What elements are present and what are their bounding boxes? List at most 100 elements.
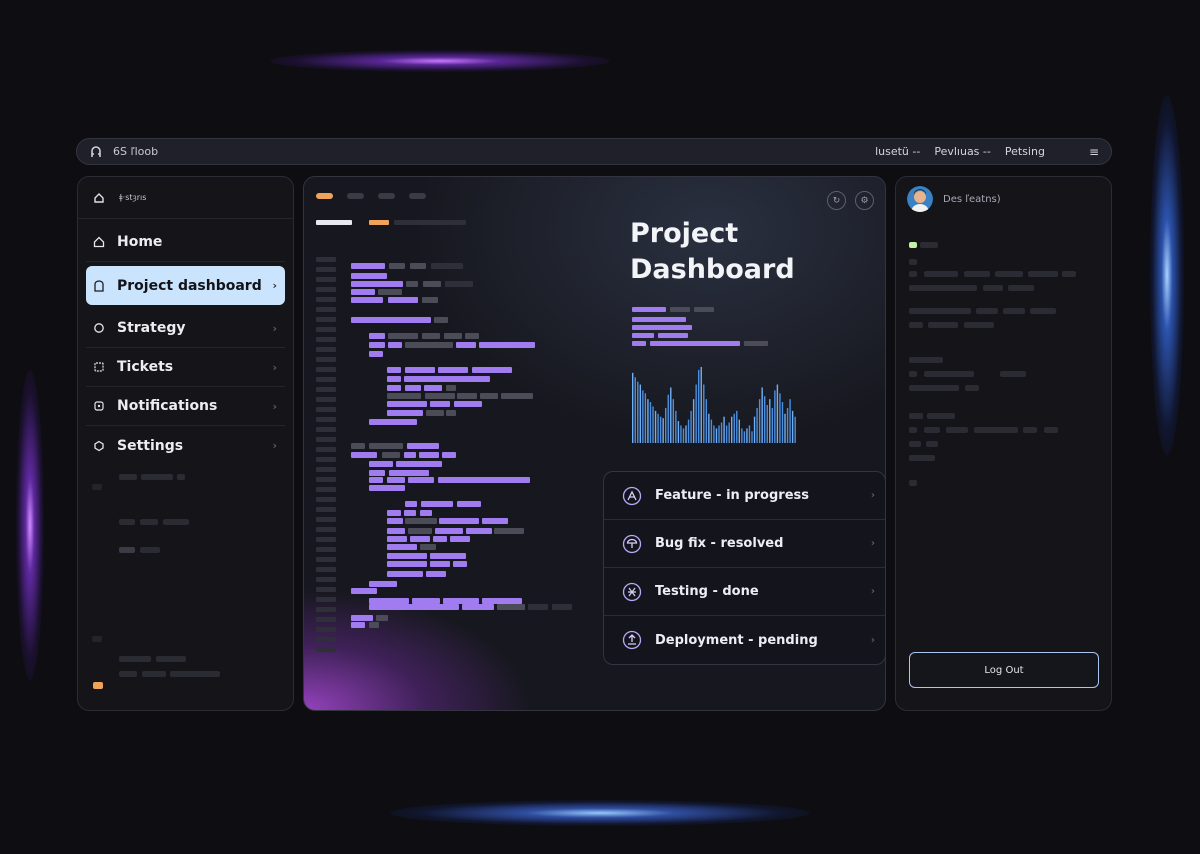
sidebar-item-label: Settings — [117, 437, 184, 454]
chart-bar — [654, 410, 657, 443]
topbar-link-3[interactable]: Petsing — [1005, 145, 1045, 158]
code-line — [351, 588, 377, 594]
sidebar-item-settings[interactable]: Settings › — [86, 426, 285, 465]
task-row-deployment[interactable]: Deployment - pending › — [604, 616, 885, 664]
sidebar-item-label: Tickets — [117, 359, 174, 375]
code-line — [369, 470, 385, 476]
task-row-bugfix[interactable]: Bug fix - resolved › — [604, 520, 885, 568]
chart-bar — [710, 419, 713, 443]
placeholder-bar — [177, 474, 185, 480]
chevron-right-icon: › — [272, 439, 277, 452]
chat-icon — [94, 323, 104, 333]
code-line — [316, 317, 336, 322]
hamburger-icon[interactable]: ≡ — [1089, 145, 1099, 159]
code-line — [316, 327, 336, 332]
editor-tab[interactable] — [347, 193, 364, 199]
code-line — [387, 518, 403, 524]
avatar[interactable] — [907, 186, 933, 212]
code-line — [387, 510, 401, 516]
task-status-card: Feature - in progress › Bug fix - resolv… — [603, 471, 885, 665]
sidebar-item-home[interactable]: Home — [86, 223, 285, 262]
code-line — [482, 518, 508, 524]
logout-button[interactable]: Log Out — [909, 652, 1099, 688]
code-line — [369, 342, 385, 348]
placeholder-bar — [965, 385, 979, 391]
window-titlebar: 6S ľloob lusetü -- Pevlıuas -- Petsing ≡ — [76, 138, 1112, 165]
code-line — [528, 604, 548, 610]
placeholder-bar — [119, 656, 151, 662]
code-line — [552, 604, 572, 610]
placeholder-bar — [156, 656, 186, 662]
sidebar-item-tickets[interactable]: Tickets › — [86, 348, 285, 387]
page-title: Project Dashboard — [630, 216, 830, 288]
sidebar-item-project-dashboard[interactable]: Project dashboard › — [86, 266, 285, 305]
code-line — [351, 263, 385, 269]
chart-bar — [746, 428, 748, 443]
code-line — [316, 220, 352, 225]
code-line — [632, 317, 686, 322]
code-line — [387, 553, 427, 559]
code-line — [351, 289, 375, 295]
code-line — [316, 377, 336, 382]
code-line — [462, 604, 494, 610]
topbar-link-1[interactable]: lusetü -- — [875, 145, 920, 158]
editor-tab[interactable] — [409, 193, 426, 199]
chart-bar — [766, 405, 768, 443]
gear-icon — [94, 440, 104, 451]
placeholder-bar — [1030, 308, 1056, 314]
placeholder-bar — [926, 441, 938, 447]
placeholder-bar — [119, 474, 137, 480]
task-row-testing[interactable]: Testing - done › — [604, 568, 885, 616]
code-line — [744, 341, 768, 346]
code-line — [316, 627, 336, 632]
chart-bar — [644, 393, 647, 443]
placeholder-bar — [1044, 427, 1058, 433]
code-line — [316, 587, 336, 592]
ticket-icon — [94, 362, 104, 372]
code-line — [439, 518, 479, 524]
settings-icon[interactable]: ⚙ — [855, 191, 874, 210]
topbar-link-2[interactable]: Pevlıuas -- — [934, 145, 991, 158]
placeholder-bar — [909, 308, 971, 314]
code-line — [369, 333, 385, 339]
code-line — [426, 571, 446, 577]
placeholder-bar — [909, 480, 917, 486]
code-line — [387, 528, 405, 534]
refresh-icon[interactable]: ↻ — [827, 191, 846, 210]
chart-bar — [652, 406, 654, 443]
chart-bar — [713, 425, 715, 443]
placeholder-bar — [920, 242, 938, 248]
code-line — [316, 607, 336, 612]
code-line — [632, 333, 654, 338]
code-line — [632, 325, 692, 330]
chart-bar — [756, 407, 758, 443]
code-line — [388, 333, 418, 339]
status-dot — [909, 242, 917, 248]
code-line — [387, 410, 423, 416]
code-line — [404, 452, 416, 458]
editor-tab[interactable] — [316, 193, 333, 199]
placeholder-bar — [119, 671, 137, 677]
sidebar-item-notifications[interactable]: Notifications › — [86, 387, 285, 426]
code-line — [650, 341, 740, 346]
code-line — [405, 342, 453, 348]
chart-bar — [791, 410, 794, 443]
placeholder-bar — [92, 636, 102, 642]
chart-bar — [692, 399, 695, 443]
task-label: Bug fix - resolved — [655, 536, 784, 551]
code-line — [405, 518, 437, 524]
ambient-glow-left — [16, 370, 44, 680]
code-line — [497, 604, 525, 610]
chart-bar — [779, 393, 781, 443]
editor-tab[interactable] — [378, 193, 395, 199]
chart-bar — [784, 413, 786, 443]
code-line — [396, 461, 442, 467]
code-line — [316, 447, 336, 452]
task-row-feature[interactable]: Feature - in progress › — [604, 472, 885, 520]
code-line — [408, 528, 432, 534]
task-label: Deployment - pending — [655, 632, 818, 648]
placeholder-bar — [909, 357, 943, 363]
app-logo-icon — [91, 145, 101, 157]
code-line — [389, 263, 405, 269]
sidebar-item-strategy[interactable]: Strategy › — [86, 309, 285, 348]
